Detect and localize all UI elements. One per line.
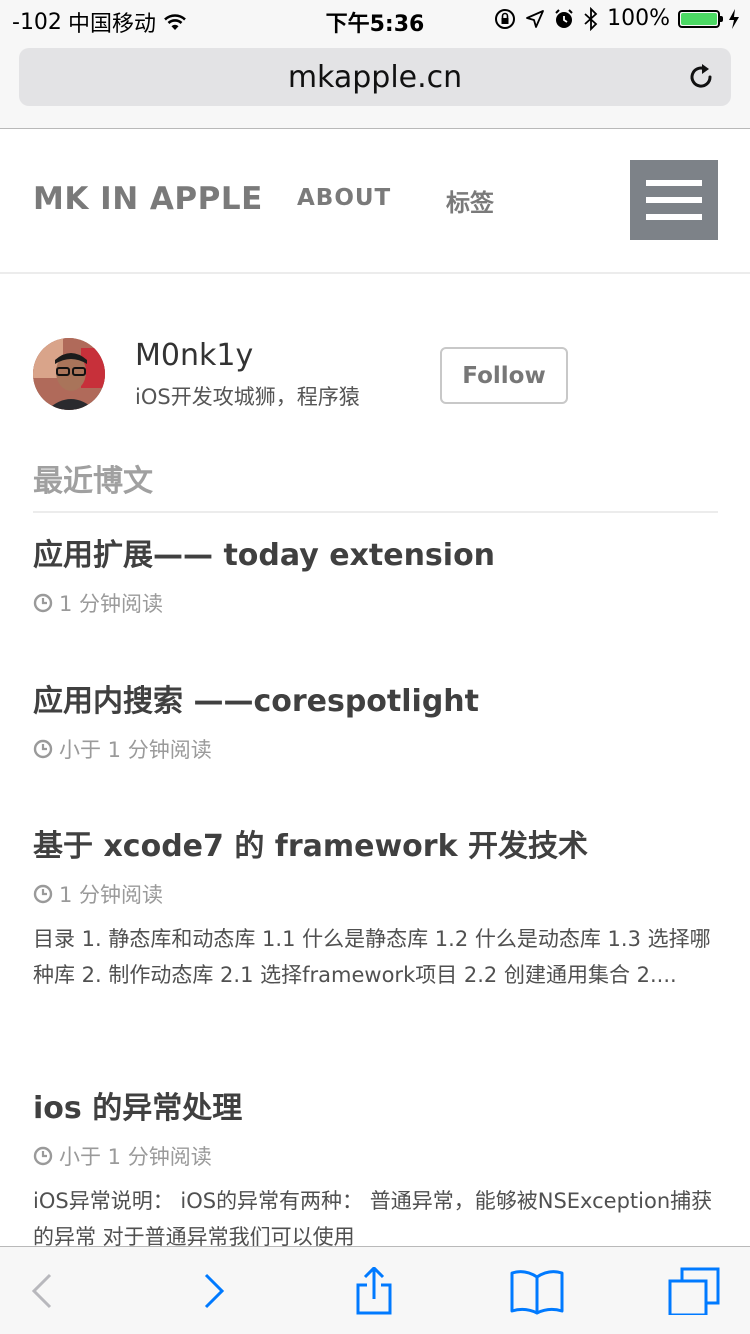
post-title[interactable]: 应用扩展—— today extension — [33, 530, 723, 574]
post-title[interactable]: ios 的异常处理 — [33, 1083, 723, 1127]
site-brand[interactable]: MK IN APPLE — [33, 181, 263, 217]
alarm-icon — [555, 8, 573, 28]
nav-tags-link[interactable]: 标签 — [446, 183, 494, 218]
url-text[interactable]: mkapple.cn — [19, 60, 731, 95]
location-icon — [526, 9, 544, 28]
section-title: 最近博文 — [33, 464, 153, 499]
book-icon[interactable] — [510, 1267, 564, 1315]
post-meta: 1 分钟阅读 — [33, 588, 723, 618]
post-item: 应用内搜索 ——corespotlight 小于 1 分钟阅读 — [33, 676, 723, 764]
browser-toolbar — [0, 1246, 750, 1334]
chevron-left-icon[interactable] — [20, 1267, 68, 1315]
post-title[interactable]: 基于 xcode7 的 framework 开发技术 — [33, 821, 723, 865]
read-time: 1 分钟阅读 — [59, 883, 164, 907]
post-title[interactable]: 应用内搜索 ——corespotlight — [33, 676, 723, 720]
site-header: MK IN APPLE ABOUT 标签 — [0, 129, 750, 274]
status-bar: -102 中国移动 下午5:36 100% — [0, 0, 750, 40]
post-excerpt: 目录 1. 静态库和动态库 1.1 什么是静态库 1.2 什么是动态库 1.3 … — [33, 927, 711, 987]
nav-about-link[interactable]: ABOUT — [297, 185, 391, 211]
post-item: ios 的异常处理 小于 1 分钟阅读 iOS异常说明： iOS的异常有两种： … — [33, 1083, 723, 1255]
tabs-icon[interactable] — [668, 1267, 720, 1315]
post-item: 应用扩展—— today extension 1 分钟阅读 — [33, 530, 723, 618]
clock-icon — [33, 884, 53, 904]
share-icon[interactable] — [350, 1267, 398, 1315]
safari-screen: -102 中国移动 下午5:36 100% mkapple.cn MK IN A… — [0, 0, 750, 1334]
clock-icon — [33, 593, 53, 613]
menu-bar-icon — [646, 197, 702, 203]
charging-icon — [729, 8, 739, 29]
clock-icon — [33, 1146, 53, 1166]
battery-icon — [678, 9, 723, 28]
follow-button[interactable]: Follow — [440, 347, 568, 404]
post-excerpt: iOS异常说明： iOS的异常有两种： 普通异常，能够被NSException捕… — [33, 1189, 713, 1249]
read-time: 小于 1 分钟阅读 — [59, 738, 212, 762]
battery-percent: 100% — [607, 6, 670, 31]
address-bar[interactable]: mkapple.cn — [19, 48, 731, 106]
section-divider — [33, 511, 718, 513]
read-time: 1 分钟阅读 — [59, 592, 164, 616]
post-meta: 1 分钟阅读 — [33, 879, 723, 909]
menu-bar-icon — [646, 180, 702, 186]
author-name[interactable]: M0nk1y — [135, 338, 253, 373]
menu-bar-icon — [646, 214, 702, 220]
chevron-right-icon[interactable] — [188, 1267, 236, 1315]
browser-address-area: mkapple.cn — [0, 40, 750, 129]
avatar-portrait-icon — [33, 338, 105, 410]
post-meta: 小于 1 分钟阅读 — [33, 734, 723, 764]
author-avatar[interactable] — [33, 338, 105, 410]
post-item: 基于 xcode7 的 framework 开发技术 1 分钟阅读 目录 1. … — [33, 821, 723, 993]
post-meta: 小于 1 分钟阅读 — [33, 1141, 723, 1171]
author-bio: iOS开发攻城狮，程序猿 — [135, 385, 360, 409]
orientation-lock-icon — [495, 8, 516, 29]
read-time: 小于 1 分钟阅读 — [59, 1145, 212, 1169]
clock-icon — [33, 739, 53, 759]
hamburger-menu-button[interactable] — [630, 160, 718, 240]
reload-icon[interactable] — [685, 61, 717, 93]
bluetooth-icon — [584, 6, 598, 31]
